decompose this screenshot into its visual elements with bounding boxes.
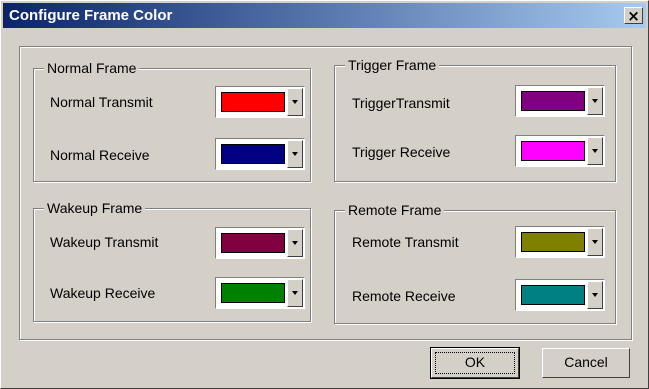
wakeup-frame-title: Wakeup Frame [44, 200, 146, 216]
trigger-transmit-swatch [521, 91, 585, 111]
trigger-transmit-color-select[interactable] [515, 85, 605, 117]
wakeup-receive-swatch [221, 283, 285, 303]
trigger-transmit-label: TriggerTransmit [352, 95, 450, 111]
chevron-down-icon[interactable] [587, 137, 603, 165]
wakeup-receive-color-select[interactable] [215, 277, 305, 309]
remote-frame-title: Remote Frame [345, 202, 445, 218]
remote-transmit-swatch [521, 232, 585, 252]
wakeup-receive-label: Wakeup Receive [50, 285, 156, 301]
normal-frame-title: Normal Frame [44, 60, 140, 76]
normal-transmit-color-select[interactable] [215, 86, 305, 118]
configure-frame-color-dialog: Configure Frame Color × Normal Frame Nor… [0, 0, 649, 389]
chevron-down-icon[interactable] [287, 88, 303, 116]
remote-receive-label: Remote Receive [352, 288, 456, 304]
chevron-down-icon[interactable] [587, 281, 603, 309]
cancel-button[interactable]: Cancel [542, 348, 630, 378]
trigger-receive-color-select[interactable] [515, 135, 605, 167]
window-title: Configure Frame Color [9, 7, 173, 24]
ok-button[interactable]: OK [430, 347, 520, 379]
close-icon[interactable]: × [624, 7, 643, 24]
wakeup-transmit-color-select[interactable] [215, 227, 305, 259]
chevron-down-icon[interactable] [287, 279, 303, 307]
chevron-down-icon[interactable] [287, 229, 303, 257]
chevron-down-icon[interactable] [587, 228, 603, 256]
remote-receive-swatch [521, 285, 585, 305]
trigger-receive-label: Trigger Receive [352, 144, 451, 160]
remote-transmit-color-select[interactable] [515, 226, 605, 258]
normal-transmit-label: Normal Transmit [50, 94, 153, 110]
normal-receive-swatch [221, 144, 285, 164]
trigger-frame-title: Trigger Frame [345, 57, 440, 73]
title-bar[interactable]: Configure Frame Color × [3, 3, 646, 28]
normal-transmit-swatch [221, 92, 285, 112]
chevron-down-icon[interactable] [587, 87, 603, 115]
wakeup-transmit-label: Wakeup Transmit [50, 234, 159, 250]
trigger-receive-swatch [521, 141, 585, 161]
cancel-button-label: Cancel [564, 354, 608, 370]
chevron-down-icon[interactable] [287, 140, 303, 168]
remote-transmit-label: Remote Transmit [352, 234, 459, 250]
remote-receive-color-select[interactable] [515, 279, 605, 311]
normal-receive-label: Normal Receive [50, 147, 150, 163]
normal-receive-color-select[interactable] [215, 138, 305, 170]
wakeup-transmit-swatch [221, 233, 285, 253]
focus-rect [435, 352, 515, 374]
